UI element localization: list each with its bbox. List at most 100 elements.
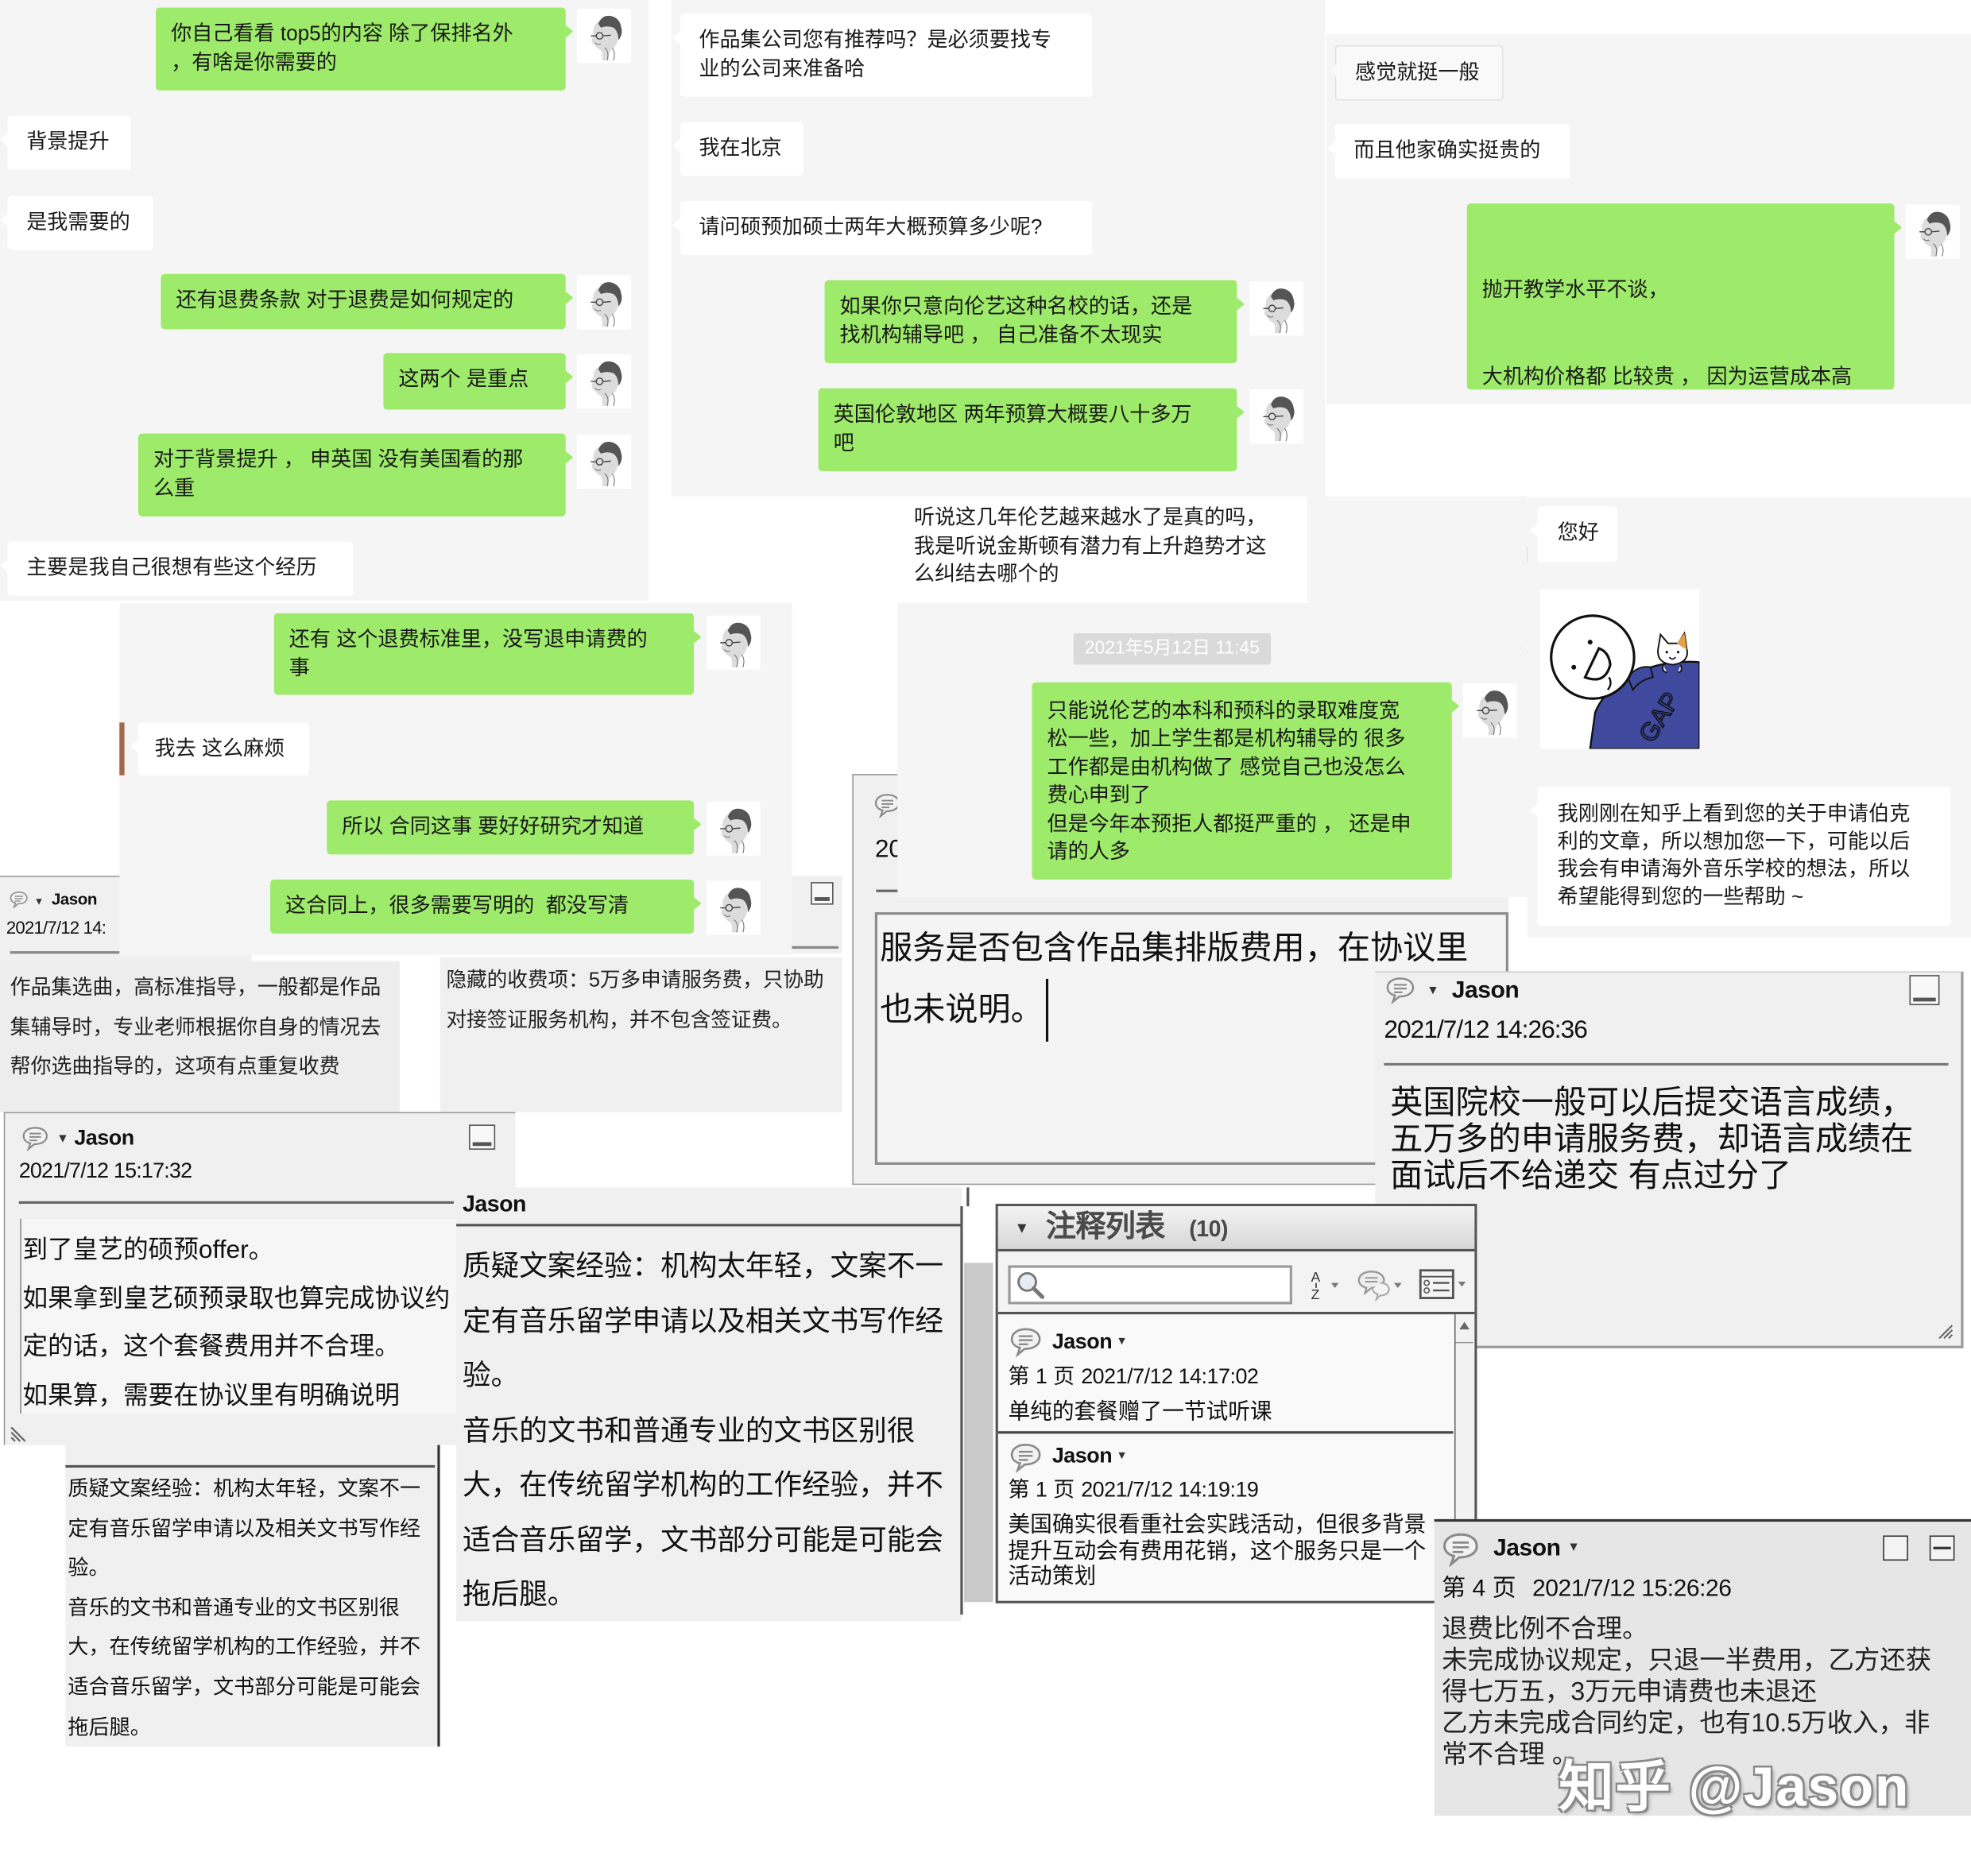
- comment-text[interactable]: 退费比例不合理。 未完成协议规定，只退一半费用，乙方还获 得七万五，3万元申请费…: [1442, 1613, 1931, 1770]
- resize-grip-icon[interactable]: [10, 1422, 30, 1442]
- collapse-caret-icon[interactable]: ▼: [1014, 1220, 1029, 1236]
- avatar-icon[interactable]: [576, 275, 631, 330]
- comment-author[interactable]: Jason: [1493, 1534, 1561, 1563]
- annotation-text-area[interactable]: 到了皇艺的硕预offer。 如果拿到皇艺硕预录取也算完成协议约 定的话，这个套餐…: [20, 1218, 457, 1414]
- message-bubble-received: 背景提升: [0, 115, 131, 170]
- annotation-author[interactable]: Jason: [1452, 977, 1520, 1007]
- divider: [792, 946, 838, 949]
- text-cursor: [1045, 978, 1049, 1042]
- annotation-text[interactable]: 隐藏的收费项：5万多申请服务费，只协助 对接签证服务机构，并不包含签证费。: [446, 960, 823, 1040]
- scrollbar[interactable]: [964, 1263, 993, 1603]
- divider: [65, 1464, 436, 1468]
- author-dropdown-caret-icon[interactable]: ▼: [1116, 1334, 1127, 1347]
- search-icon: [1016, 1271, 1046, 1301]
- sticker-icon[interactable]: GAP: [1539, 589, 1700, 749]
- comment-page: 第 1 页: [1008, 1364, 1075, 1389]
- avatar-icon[interactable]: [706, 615, 761, 670]
- message-bubble-received: 感觉就挺一般: [1328, 44, 1504, 101]
- message-bubble-received: 我刚刚在知乎上看到您的关于申请伯克 利的文章，所以想加您一下，可能以后 我会有申…: [1529, 786, 1951, 926]
- annotation-text[interactable]: 质疑文案经验：机构太年轻，文案不一 定有音乐留学申请以及相关文书写作经 验。 音…: [463, 1239, 943, 1622]
- comments-list-title: 注释列表: [1045, 1209, 1165, 1244]
- message-bubble-sent: 如果你只意向伦艺这种名校的话，还是 找机构辅导吧 ， 自己准备不太现实: [824, 280, 1245, 364]
- checkbox-button[interactable]: [1883, 1535, 1908, 1561]
- comment-list-item[interactable]: Jason ▼ 第 1 页 2021/7/12 14:19:19 美国确实很看重…: [998, 1433, 1454, 1600]
- scroll-up-arrow-icon[interactable]: [1459, 1321, 1470, 1330]
- collapse-button[interactable]: [1929, 1535, 1955, 1561]
- annotation-text: 到了皇艺的硕预offer。 如果拿到皇艺硕预录取也算完成协议约 定的话，这个套餐…: [22, 1236, 451, 1410]
- comment-text: 美国确实很看重社会实践活动，但很多背景 提升互动会有费用花销，这个服务只是一个 …: [1008, 1511, 1427, 1588]
- screenshot-collage: 你自己看看 top5的内容 除了保排名外 ，有啥是你需要的 背景提升 是我需要的…: [0, 0, 1971, 1876]
- avatar-icon[interactable]: [1905, 204, 1960, 259]
- comment-date: 2021/7/12 15:26:26: [1532, 1576, 1732, 1603]
- panel-border: [966, 1187, 970, 1207]
- message-bubble-sent: 这合同上，很多需要写明的 都没写清: [270, 879, 702, 934]
- comment-text: 单纯的套餐赠了一节试听课: [1008, 1398, 1272, 1424]
- author-dropdown-caret-icon[interactable]: ▼: [34, 896, 45, 909]
- message-bubble-received: 听说这几年伦艺越来越水了是真的吗， 我是听说金斯顿有潜力有上升趋势才这 么纠结去…: [887, 496, 1307, 604]
- message-bubble-received: 主要是我自己很想有些这个经历: [0, 541, 354, 596]
- minimize-button[interactable]: [1909, 975, 1940, 1006]
- annotation-popup-song-selection-body: 作品集选曲，高标准指导，一般都是作品 集辅导时，专业老师根据你自身的情况去 帮你…: [0, 961, 400, 1112]
- avatar-icon[interactable]: [1249, 281, 1304, 336]
- resize-grip-icon[interactable]: [1934, 1321, 1954, 1340]
- annotation-date: 2021/7/12 14:: [6, 917, 106, 938]
- annotation-popup-hidden-fees-body: 隐藏的收费项：5万多申请服务费，只协助 对接签证服务机构，并不包含签证费。: [440, 957, 842, 1112]
- minimize-button[interactable]: [811, 882, 834, 905]
- options-icon[interactable]: [1418, 1267, 1470, 1302]
- comments-toolbar: AZ: [997, 1251, 1475, 1315]
- comments-list-header[interactable]: ▼ 注释列表 (10): [997, 1206, 1475, 1252]
- message-bubble-received: 我在北京: [672, 122, 804, 176]
- sort-icon[interactable]: AZ: [1305, 1267, 1346, 1302]
- avatar-icon[interactable]: [1249, 389, 1304, 444]
- message-bubble-received: 是我需要的: [0, 195, 153, 250]
- message-bubble-sent: 对于背景提升 ， 申英国 没有美国看的那 么重: [137, 433, 574, 516]
- chat-timestamp: 2021年5月12日 11:45: [1073, 633, 1272, 665]
- author-dropdown-caret-icon[interactable]: ▼: [1567, 1541, 1580, 1554]
- comment-icon: [1384, 977, 1416, 1004]
- message-bubble-sent: 英国伦敦地区 两年预算大概要八十多万 吧: [818, 388, 1245, 472]
- comment-page: 第 1 页: [1008, 1477, 1075, 1502]
- comment-page: 第 4 页: [1442, 1576, 1516, 1603]
- message-bubble-sent: 只能说伦艺的本科和预科的录取难度宽 松一些，加上学生都是机构辅导的 很多 工作都…: [1032, 682, 1460, 880]
- svg-text:A: A: [1311, 1269, 1321, 1285]
- message-line: 大机构价格都 比较贵 ， 因为运营成本高: [1481, 366, 1853, 389]
- comments-search-input[interactable]: [1008, 1265, 1292, 1305]
- comment-filter-icon[interactable]: [1355, 1267, 1405, 1302]
- author-dropdown-caret-icon[interactable]: ▼: [56, 1133, 69, 1146]
- minimize-button[interactable]: [468, 1124, 496, 1150]
- comment-date: 2021/7/12 14:19:19: [1081, 1477, 1259, 1502]
- message-bubble-sent: 还有 这个退费标准里，没写退申请费的 事: [273, 613, 702, 695]
- avatar-icon[interactable]: [706, 880, 761, 935]
- avatar-icon[interactable]: [576, 354, 631, 408]
- divider: [18, 1201, 454, 1204]
- comment-author[interactable]: Jason: [1052, 1329, 1113, 1355]
- avatar-icon[interactable]: [706, 801, 761, 856]
- annotation-author[interactable]: Jason: [52, 888, 98, 910]
- panel-border: [960, 1206, 963, 1615]
- annotation-author[interactable]: Jason: [74, 1124, 134, 1151]
- avatar-icon[interactable]: [576, 9, 631, 64]
- comment-author[interactable]: Jason: [1052, 1442, 1113, 1468]
- annotation-text[interactable]: 作品集选曲，高标准指导，一般都是作品 集辅导时，专业老师根据你自身的情况去 帮你…: [10, 969, 381, 1087]
- annotation-text[interactable]: 质疑文案经验：机构太年轻，文案不一 定有音乐留学申请以及相关文书写作经 验。 音…: [68, 1470, 420, 1746]
- annotation-author[interactable]: Jason: [463, 1190, 526, 1218]
- message-bubble-sent: 所以 合同这事 要好好研究才知道: [327, 800, 702, 855]
- author-dropdown-caret-icon[interactable]: ▼: [1116, 1449, 1127, 1461]
- svg-text:Z: Z: [1311, 1286, 1320, 1302]
- message-line: 抛开教学水平不谈，: [1481, 279, 1669, 302]
- author-dropdown-caret-icon[interactable]: ▼: [1427, 984, 1439, 998]
- annotation-text[interactable]: 英国院校一般可以后提交语言成绩， 五万多的申请服务费，却语言成绩在 面试后不给递…: [1390, 1084, 1913, 1194]
- comment-list-item[interactable]: Jason ▼ 第 1 页 2021/7/12 14:17:02 单纯的套餐赠了…: [998, 1314, 1454, 1431]
- avatar-icon[interactable]: [576, 435, 631, 489]
- zhihu-watermark: 知乎 @Jason: [1559, 1756, 1910, 1819]
- message-bubble-received: 作品集公司您有推荐吗？是必须要找专 业的公司来准备哈: [672, 14, 1093, 97]
- comment-icon: [9, 891, 29, 909]
- message-bubble-received: 请问硕预加硕士两年大概预算多少呢?: [672, 201, 1093, 256]
- avatar-icon[interactable]: [1463, 683, 1518, 738]
- comment-date: 2021/7/12 14:17:02: [1081, 1364, 1259, 1389]
- message-bubble-received: 您好: [1529, 506, 1618, 562]
- message-bubble-sent: 还有退费条款 对于退费是如何规定的: [161, 273, 574, 330]
- annotation-popup-copywriting-copy: Jason 质疑文案经验：机构太年轻，文案不一 定有音乐留学申请以及相关文书写作…: [65, 1432, 440, 1747]
- avatar-edge: [119, 722, 125, 776]
